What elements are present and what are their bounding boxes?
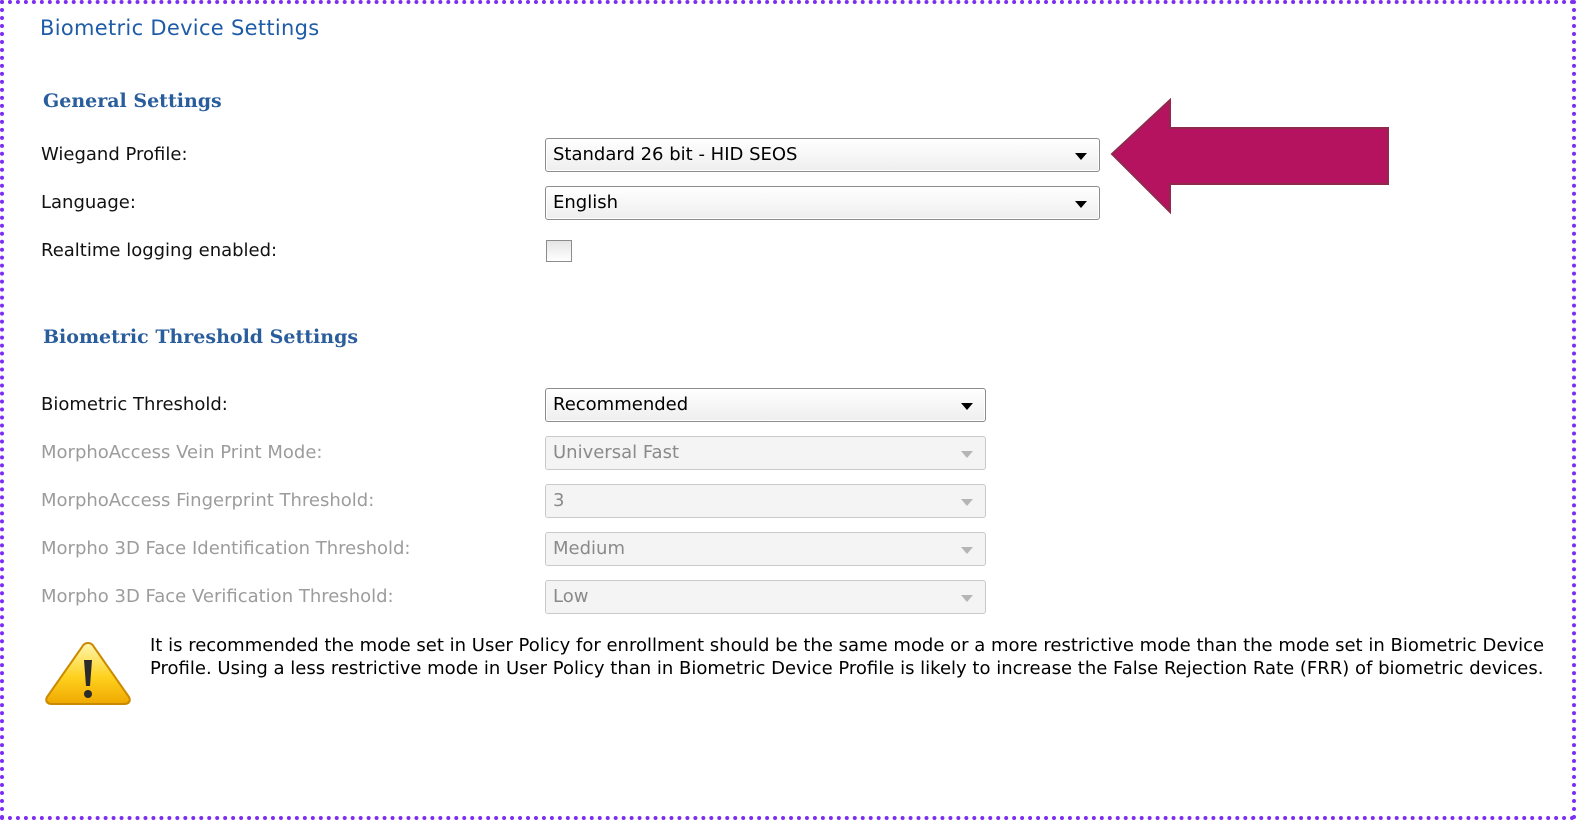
vein-print-mode-select: Universal Fast bbox=[545, 436, 986, 470]
wiegand-profile-value: Standard 26 bit - HID SEOS bbox=[553, 144, 798, 165]
face-identification-label: Morpho 3D Face Identification Threshold: bbox=[41, 538, 411, 559]
chevron-down-icon bbox=[1075, 153, 1087, 160]
chevron-down-icon bbox=[961, 403, 973, 410]
realtime-logging-checkbox[interactable] bbox=[546, 240, 572, 262]
language-label: Language: bbox=[41, 192, 136, 213]
fingerprint-threshold-select: 3 bbox=[545, 484, 986, 518]
wiegand-profile-select[interactable]: Standard 26 bit - HID SEOS bbox=[545, 138, 1100, 172]
fingerprint-threshold-value: 3 bbox=[553, 490, 565, 511]
language-value: English bbox=[553, 192, 618, 213]
face-identification-select: Medium bbox=[545, 532, 986, 566]
face-verification-select: Low bbox=[545, 580, 986, 614]
face-verification-value: Low bbox=[553, 586, 589, 607]
chevron-down-icon bbox=[1075, 201, 1087, 208]
vein-print-mode-label: MorphoAccess Vein Print Mode: bbox=[41, 442, 323, 463]
face-identification-value: Medium bbox=[553, 538, 625, 559]
face-verification-label: Morpho 3D Face Verification Threshold: bbox=[41, 586, 394, 607]
biometric-threshold-label: Biometric Threshold: bbox=[41, 394, 228, 415]
fingerprint-threshold-label: MorphoAccess Fingerprint Threshold: bbox=[41, 490, 375, 511]
warning-message: It is recommended the mode set in User P… bbox=[150, 635, 1545, 679]
vein-print-mode-value: Universal Fast bbox=[553, 442, 680, 463]
chevron-down-icon bbox=[961, 547, 973, 554]
page-title: Biometric Device Settings bbox=[40, 16, 320, 40]
warning-icon bbox=[45, 641, 131, 705]
realtime-logging-label: Realtime logging enabled: bbox=[41, 240, 278, 261]
general-settings-heading: General Settings bbox=[43, 90, 222, 112]
threshold-settings-heading: Biometric Threshold Settings bbox=[43, 326, 359, 348]
wiegand-profile-label: Wiegand Profile: bbox=[41, 144, 188, 165]
biometric-threshold-value: Recommended bbox=[553, 394, 689, 415]
biometric-threshold-select[interactable]: Recommended bbox=[545, 388, 986, 422]
language-select[interactable]: English bbox=[545, 186, 1100, 220]
chevron-down-icon bbox=[961, 595, 973, 602]
annotation-arrow-icon bbox=[1110, 97, 1389, 215]
chevron-down-icon bbox=[961, 451, 973, 458]
chevron-down-icon bbox=[961, 499, 973, 506]
